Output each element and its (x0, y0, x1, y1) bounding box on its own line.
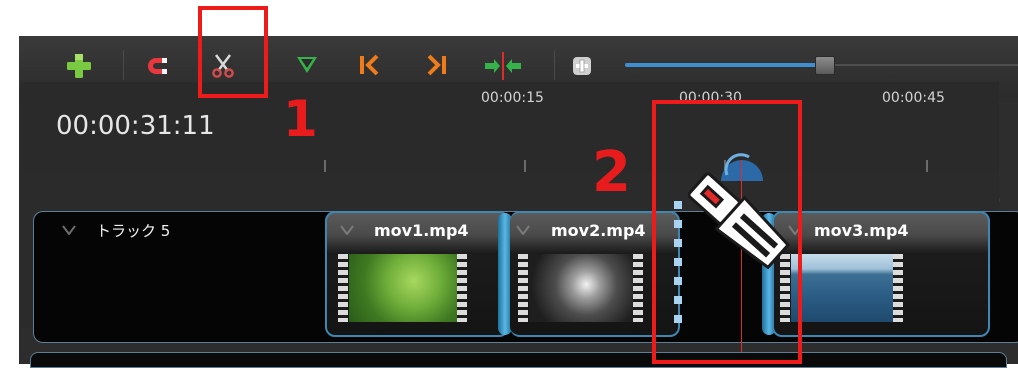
magnet-icon (148, 58, 167, 74)
center-arrows-icon (485, 52, 521, 80)
tick-label: 00:00:45 (882, 90, 945, 106)
triangle-down-icon (297, 57, 317, 73)
add-track-button[interactable] (65, 52, 93, 80)
toolbar-separator (554, 50, 555, 80)
annotation-box-razor (198, 6, 268, 98)
add-marker-button[interactable] (295, 54, 319, 76)
chevron-down-icon[interactable] (516, 225, 530, 235)
clip-title: mov1.mp4 (374, 221, 469, 240)
current-time: 00:00:31:11 (56, 111, 215, 141)
center-playhead-button[interactable] (481, 50, 525, 82)
clip-title: mov2.mp4 (551, 221, 646, 240)
jump-start-icon (360, 54, 379, 76)
snap-button[interactable] (144, 53, 170, 79)
next-marker-button[interactable] (425, 53, 449, 77)
film-sprocket (457, 254, 467, 322)
clip-thumbnail (529, 254, 633, 322)
zoom-slider-track[interactable] (625, 63, 825, 67)
track-name: トラック 5 (96, 222, 171, 240)
jump-end-icon (427, 54, 446, 76)
zoom-button[interactable] (571, 55, 593, 77)
plus-icon (67, 54, 91, 78)
film-sprocket (893, 254, 903, 322)
zoom-icon (573, 57, 591, 75)
zoom-slider-thumb[interactable] (815, 56, 835, 75)
film-sprocket (633, 254, 643, 322)
previous-marker-button[interactable] (357, 53, 381, 77)
annotation-label-2: 2 (592, 140, 631, 205)
next-track-row[interactable] (30, 352, 1007, 368)
annotation-box-playhead (652, 100, 802, 364)
tick-label: 00:00:15 (481, 90, 544, 106)
annotation-label-1: 1 (283, 90, 318, 148)
chevron-down-icon[interactable] (340, 225, 354, 235)
toolbar-separator (123, 50, 124, 80)
clip-thumbnail (349, 254, 457, 322)
clip-title: mov3.mp4 (814, 221, 909, 240)
clip-thumbnail (791, 254, 893, 322)
zoom-slider-rest[interactable] (825, 64, 1018, 66)
film-sprocket (518, 254, 528, 322)
chevron-down-icon[interactable] (62, 225, 76, 235)
film-sprocket (338, 254, 348, 322)
